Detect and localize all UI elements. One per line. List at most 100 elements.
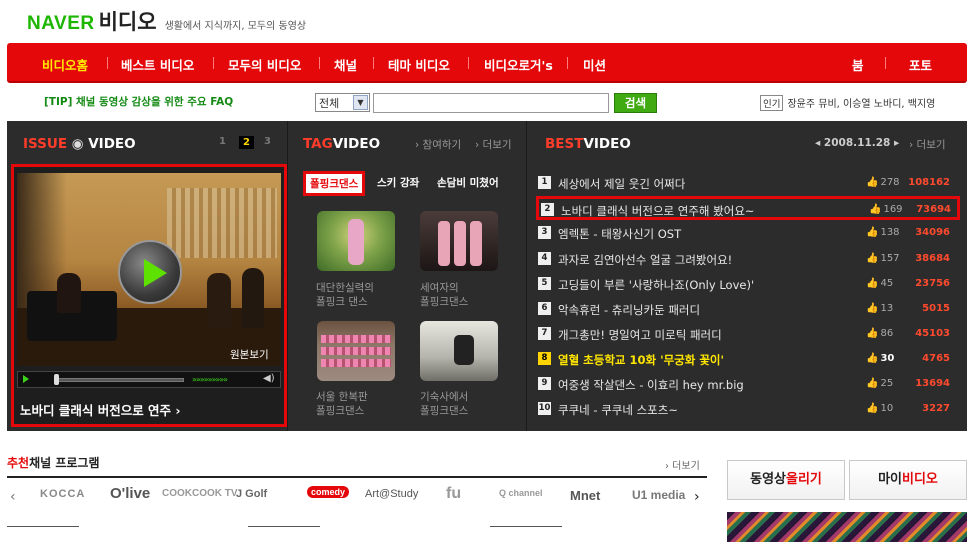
channel-logo-comedy[interactable]: comedy	[307, 486, 350, 498]
channel-logo-cookcook[interactable]: COOKCOOK TV	[162, 488, 238, 499]
tag-thumbnail-caption[interactable]: 서울 한복판 폴핑크댄스	[316, 390, 368, 418]
channel-logo-olive[interactable]: O'live	[110, 485, 150, 502]
progress-track[interactable]	[54, 378, 184, 382]
upload-video-button[interactable]: 동영상올리기	[727, 460, 845, 500]
best-video-title-link[interactable]: 개그총만! 명일여고 미로틱 패러디	[558, 327, 722, 343]
original-view-link[interactable]: 원본보기	[230, 347, 269, 362]
channel-logo-kocca[interactable]: KOCCA	[40, 488, 85, 500]
tip-link[interactable]: [TIP] 채널 동영상 감상을 위한 주요 FAQ	[44, 94, 233, 109]
channel-logo-qchannel[interactable]: Q channel	[499, 488, 543, 498]
recommend-more-link[interactable]: › 더보기	[665, 457, 700, 472]
chevron-left-icon[interactable]: ‹	[10, 489, 16, 505]
thumbs-up-icon: 👍	[866, 253, 879, 264]
best-more-link[interactable]: › 더보기	[909, 137, 946, 152]
tag-thumbnail-caption[interactable]: 기숙사에서 폴핑크댄스	[420, 390, 468, 418]
view-count: 4765	[922, 353, 950, 364]
best-video-row[interactable]: 4 과자로 김연아선수 얼굴 그려봤어요! 👍 157 38684	[536, 248, 956, 270]
thumbs-up-icon: 👍	[866, 227, 879, 238]
divider	[490, 526, 562, 527]
thumbs-up-icon: 👍	[866, 353, 879, 364]
likes-count: 👍 278	[866, 177, 900, 188]
best-video-title-link[interactable]: 여중생 작살댄스 - 이효리 hey mr.big	[558, 377, 744, 393]
tag-tab-ski[interactable]: 스키 강좌	[377, 175, 419, 190]
best-video-row[interactable]: 5 고딩들이 부른 '사랑하나죠(Only Love)' 👍 45 23756	[536, 273, 956, 295]
play-small-icon[interactable]	[23, 375, 29, 383]
tag-participate-link[interactable]: › 참여하기	[415, 137, 461, 152]
best-video-row[interactable]: 3 엠렉톤 - 태왕사신기 OST 👍 138 34096	[536, 222, 956, 244]
best-video-title-link[interactable]: 세상에서 제일 웃긴 어쩌다	[558, 176, 685, 192]
tag-tab-polpink[interactable]: 폴핑크댄스	[303, 171, 366, 196]
play-button[interactable]	[118, 240, 182, 304]
nav-item-boom[interactable]: 붐	[852, 55, 864, 74]
best-video-row[interactable]: 7 개그총만! 명일여고 미로틱 패러디 👍 86 45103	[536, 323, 956, 345]
volume-level-icon[interactable]: »»»»»»»»»	[192, 375, 228, 384]
nav-item-photo[interactable]: 포토	[909, 55, 932, 74]
best-video-row[interactable]: 9 여중생 작살댄스 - 이효리 hey mr.big 👍 25 13694	[536, 373, 956, 395]
best-video-row[interactable]: 1 세상에서 제일 웃긴 어쩌다 👍 278 108162	[536, 172, 956, 194]
video-thumbnail[interactable]: 원본보기	[17, 173, 281, 366]
best-video-row[interactable]: 10 쿠쿠네 - 쿠쿠네 스포츠~ 👍 10 3227	[536, 398, 956, 420]
tag-more-link[interactable]: › 더보기	[475, 137, 512, 152]
nav-item-channel[interactable]: 채널	[334, 55, 357, 74]
progress-knob[interactable]	[54, 374, 59, 385]
rank-number: 5	[538, 277, 551, 290]
rank-number: 1	[538, 176, 551, 189]
popular-keywords[interactable]: 장윤주 뮤비, 이승열 노바디, 백지영	[787, 99, 935, 110]
search-scope-select[interactable]: 전체 ▼	[315, 93, 370, 112]
channel-logo-u1[interactable]: U1 media	[632, 488, 685, 502]
channel-logo-mnet[interactable]: Mnet	[570, 488, 600, 503]
slogan: 생활에서 지식까지, 모두의 동영상	[164, 21, 307, 32]
column-divider	[287, 121, 288, 431]
nav-item-mission[interactable]: 미션	[583, 55, 606, 74]
channel-logo-jgolf[interactable]: J Golf	[236, 488, 267, 500]
nav-divider	[319, 57, 320, 69]
best-video-title-link[interactable]: 쿠쿠네 - 쿠쿠네 스포츠~	[558, 402, 678, 418]
issue-video-title: ISSUE ◉ VIDEO	[23, 136, 136, 152]
channel-logo-fu[interactable]: fu	[446, 485, 461, 503]
tag-thumbnail-caption[interactable]: 대단한실력의 폴핑크 댄스	[316, 281, 374, 309]
issue-video-caption[interactable]: 노바디 클래식 버전으로 연주 ›	[20, 400, 181, 419]
search-input[interactable]	[373, 93, 609, 113]
channel-logo-artstudy[interactable]: Art@Study	[365, 488, 418, 500]
issue-page-1[interactable]: 1	[219, 136, 226, 147]
performer	[242, 268, 264, 328]
search-button[interactable]: 검색	[614, 93, 657, 113]
side-banner-image[interactable]	[727, 512, 967, 542]
issue-video-player: 원본보기 »»»»»»»»» ◀) 노바디 클래식 버전으로 연주 ›	[11, 164, 287, 427]
my-video-button[interactable]: 마이비디오	[849, 460, 967, 500]
best-video-title-link[interactable]: 엠렉톤 - 태왕사신기 OST	[558, 226, 681, 242]
issue-page-2[interactable]: 2	[239, 136, 254, 149]
likes-count: 👍 169	[869, 204, 903, 215]
tag-thumbnail[interactable]	[420, 321, 498, 381]
tag-thumbnail[interactable]	[317, 211, 395, 271]
best-video-title-link[interactable]: 고딩들이 부른 '사랑하나죠(Only Love)'	[558, 277, 754, 293]
best-date-nav[interactable]: ◂ 2008.11.28 ▸	[815, 137, 899, 149]
nav-item-best[interactable]: 베스트 비디오	[121, 55, 194, 74]
site-logo[interactable]: NAVER 비디오 생활에서 지식까지, 모두의 동영상	[27, 6, 307, 34]
nav-item-home[interactable]: 비디오홈	[42, 55, 88, 74]
rank-number: 2	[541, 203, 554, 216]
best-video-title-link[interactable]: 악속휴런 - 츄리닝카둔 패러디	[558, 302, 700, 318]
rank-number: 3	[538, 226, 551, 239]
chevron-right-icon[interactable]: ›	[694, 489, 700, 505]
chevron-down-icon: ▼	[353, 95, 368, 110]
tag-tab-sondambi[interactable]: 손담비 미쳤어	[437, 175, 499, 190]
best-video-row[interactable]: 6 악속휴런 - 츄리닝카둔 패러디 👍 13 5015	[536, 298, 956, 320]
video-logo-text: 비디오	[98, 10, 157, 34]
nav-item-everyone[interactable]: 모두의 비디오	[228, 55, 301, 74]
best-video-title-link[interactable]: 열혈 초등학교 10화 '무궁화 꽃이'	[558, 352, 724, 368]
tag-thumbnail-caption[interactable]: 세여자의 폴핑크댄스	[420, 281, 468, 309]
best-video-row[interactable]: 8 열혈 초등학교 10화 '무궁화 꽃이' 👍 30 4765	[536, 348, 956, 370]
best-video-title-link[interactable]: 과자로 김연아선수 얼굴 그려봤어요!	[558, 252, 732, 268]
view-count: 23756	[915, 278, 950, 289]
rank-number: 7	[538, 327, 551, 340]
nav-item-theme[interactable]: 테마 비디오	[388, 55, 450, 74]
issue-page-3[interactable]: 3	[264, 136, 271, 147]
tag-thumbnail[interactable]	[420, 211, 498, 271]
nav-item-videologger[interactable]: 비디오로거's	[484, 55, 553, 74]
tag-thumbnail[interactable]	[317, 321, 395, 381]
best-video-title-link[interactable]: 노바디 클래식 버전으로 연주해 봤어요~	[561, 203, 755, 219]
speaker-icon[interactable]: ◀)	[263, 373, 275, 384]
rank-number: 8	[538, 352, 551, 365]
best-video-row[interactable]: 2 노바디 클래식 버전으로 연주해 봤어요~ 👍 169 73694	[536, 196, 960, 220]
